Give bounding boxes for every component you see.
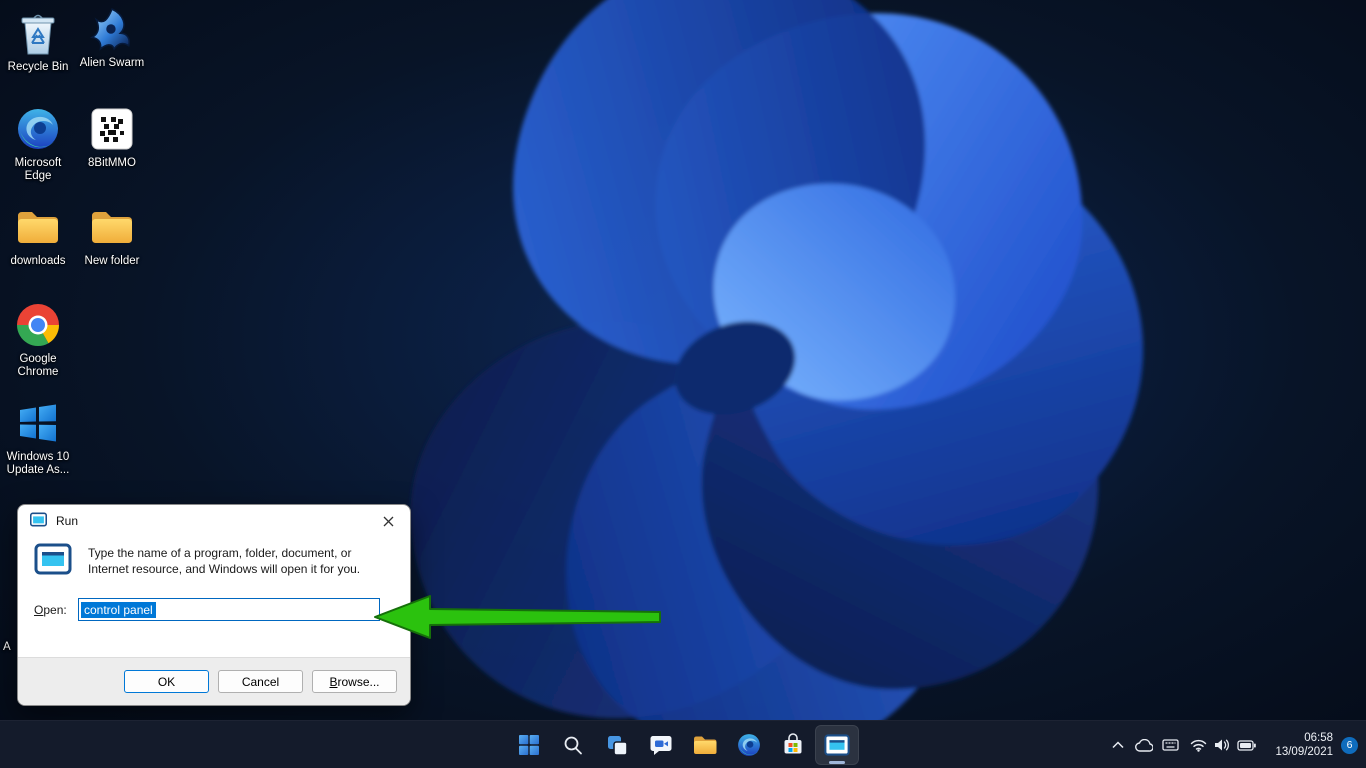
desktop-icon-label: downloads xyxy=(0,255,76,268)
clock[interactable]: 06:58 13/09/2021 xyxy=(1269,729,1339,761)
chat-icon xyxy=(649,733,673,757)
touch-keyboard-icon xyxy=(1162,739,1179,751)
desktop-icon-label: Google Chrome xyxy=(0,353,76,379)
recycle-bin-icon xyxy=(0,8,76,58)
run-dialog-description: Type the name of a program, folder, docu… xyxy=(88,543,394,578)
cancel-button[interactable]: Cancel xyxy=(218,670,303,693)
run-dialog-window: Run Type the name of a program, folder, … xyxy=(17,504,411,706)
run-command-value: control panel xyxy=(81,602,156,618)
windows-flag-icon xyxy=(0,398,76,448)
desktop: Recycle Bin Alien Swarm xyxy=(0,0,1366,768)
file-explorer-button[interactable] xyxy=(683,725,727,765)
start-button[interactable] xyxy=(507,725,551,765)
search-icon xyxy=(562,734,584,756)
ok-button[interactable]: OK xyxy=(124,670,209,693)
volume-icon xyxy=(1214,738,1230,752)
file-explorer-icon xyxy=(692,734,718,756)
desktop-icon-8bitmmo[interactable]: 8BitMMO xyxy=(74,104,150,170)
desktop-icon-label: Microsoft Edge xyxy=(0,157,76,183)
run-command-input[interactable]: control panel xyxy=(78,598,380,621)
tray-date: 13/09/2021 xyxy=(1275,745,1333,759)
desktop-icon-label: Windows 10 Update As... xyxy=(0,451,76,477)
wifi-icon xyxy=(1190,739,1207,752)
touch-keyboard-button[interactable] xyxy=(1157,727,1183,763)
run-icon-large xyxy=(34,543,72,578)
task-view-icon xyxy=(606,734,628,756)
close-icon[interactable] xyxy=(372,508,404,534)
desktop-icon-label: Recycle Bin xyxy=(0,61,76,74)
hidden-icons-button[interactable] xyxy=(1105,727,1131,763)
desktop-icon-label: 8BitMMO xyxy=(74,157,150,170)
downloads-folder-icon xyxy=(0,202,76,252)
run-icon xyxy=(30,512,47,530)
edge-button[interactable] xyxy=(727,725,771,765)
desktop-icon-google-chrome[interactable]: Google Chrome xyxy=(0,300,76,379)
run-dialog-titlebar[interactable]: Run xyxy=(18,505,410,537)
desktop-icon-microsoft-edge[interactable]: Microsoft Edge xyxy=(0,104,76,183)
onedrive-cloud-icon xyxy=(1135,739,1153,752)
microsoft-store-icon xyxy=(781,733,805,757)
browse-button[interactable]: Browse... xyxy=(312,670,397,693)
store-button[interactable] xyxy=(771,725,815,765)
notification-badge[interactable]: 6 xyxy=(1341,737,1358,754)
desktop-icon-new-folder[interactable]: New folder xyxy=(74,202,150,268)
battery-icon xyxy=(1237,740,1256,751)
chevron-up-icon xyxy=(1112,741,1124,749)
desktop-icon-downloads[interactable]: downloads xyxy=(0,202,76,268)
quick-settings-button[interactable] xyxy=(1183,727,1263,763)
open-label: Open: xyxy=(34,603,78,617)
onedrive-button[interactable] xyxy=(1131,727,1157,763)
desktop-icon-recycle-bin[interactable]: Recycle Bin xyxy=(0,8,76,74)
chat-button[interactable] xyxy=(639,725,683,765)
microsoft-edge-icon xyxy=(0,104,76,154)
run-app-icon xyxy=(824,734,850,756)
desktop-icon-label: Alien Swarm xyxy=(74,57,150,70)
search-button[interactable] xyxy=(551,725,595,765)
system-tray: 06:58 13/09/2021 6 xyxy=(1105,721,1362,768)
edge-icon xyxy=(737,733,761,757)
task-view-button[interactable] xyxy=(595,725,639,765)
taskbar-center-icons xyxy=(507,721,859,768)
tray-time: 06:58 xyxy=(1275,731,1333,745)
alien-swarm-icon xyxy=(74,4,150,54)
8bitmmo-icon xyxy=(74,104,150,154)
run-dialog-title: Run xyxy=(56,514,78,528)
new-folder-icon xyxy=(74,202,150,252)
taskbar: 06:58 13/09/2021 6 xyxy=(0,720,1366,768)
run-dialog-footer: OK Cancel Browse... xyxy=(18,657,410,705)
desktop-icon-label: New folder xyxy=(74,255,150,268)
run-taskbar-button[interactable] xyxy=(815,725,859,765)
desktop-icon-windows-10-update[interactable]: Windows 10 Update As... xyxy=(0,398,76,477)
desktop-icon-alien-swarm[interactable]: Alien Swarm xyxy=(74,4,150,70)
google-chrome-icon xyxy=(0,300,76,350)
windows-logo-icon xyxy=(517,733,541,757)
